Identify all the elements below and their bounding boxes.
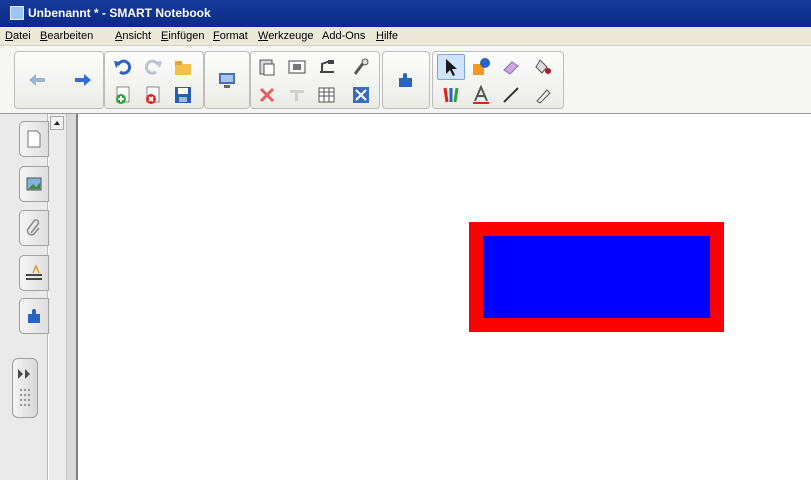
rectangle-shape[interactable] [469,222,724,332]
gallery-tab[interactable] [19,166,49,202]
menu-werkzeuge[interactable]: Werkzeuge [258,30,313,42]
menu-bearbeiten[interactable]: Bearbeiten [40,30,93,42]
select-pointer-icon[interactable] [437,54,465,80]
pens-icon[interactable] [437,82,465,108]
delete-icon[interactable] [253,82,281,108]
smart-notebook-app-icon [10,6,24,20]
creative-pen-icon[interactable] [529,82,557,108]
fill-icon[interactable] [529,54,557,80]
add-ons-tab[interactable] [19,298,49,334]
title-bar: Unbenannt * - SMART Notebook [0,0,811,27]
menu-ansicht[interactable]: Ansicht [115,30,151,42]
notebook-page-canvas[interactable] [78,114,811,480]
text-icon[interactable] [467,82,495,108]
page-sorter-icon [27,130,41,148]
undo-icon[interactable] [109,54,137,80]
properties-icon[interactable] [283,82,311,108]
line-icon[interactable] [497,82,525,108]
save-icon[interactable] [169,82,197,108]
grip-dots-icon [19,388,31,407]
gallery-icon [26,177,42,191]
add-ons-group [382,51,430,109]
screen-shade-icon[interactable] [213,67,241,93]
table-icon[interactable] [313,82,341,108]
edit-group [250,51,380,109]
paste-icon[interactable] [253,54,281,80]
side-panel-expander[interactable] [12,358,38,418]
double-arrow-right-icon [18,369,30,379]
tools-group [432,51,564,109]
menu-hilfe[interactable]: Hilfe [376,30,398,42]
menu-bar: Datei Bearbeiten Ansicht Einfügen Format… [0,27,811,46]
properties-tab[interactable] [19,255,49,291]
menu-add-ons[interactable]: Add-Ons [322,30,365,42]
delete-page-icon[interactable] [139,82,167,108]
forward-arrow-icon[interactable] [69,67,97,93]
menu-datei[interactable]: Datei [5,30,31,42]
menu-einfuegen[interactable]: Einfügen [161,30,204,42]
add-ons-icon[interactable] [392,67,420,93]
back-arrow-icon[interactable] [23,67,51,93]
magic-pen-icon[interactable] [347,54,375,80]
full-screen-icon[interactable] [347,82,375,108]
page-sorter-tab[interactable] [19,121,49,157]
attachments-icon [26,219,40,236]
screen-shade-group [204,51,250,109]
screen-capture-icon[interactable] [283,54,311,80]
navigation-group [14,51,104,109]
add-page-icon[interactable] [109,82,137,108]
redo-icon[interactable] [139,54,167,80]
open-folder-icon[interactable] [169,54,197,80]
menu-format[interactable]: Format [213,30,248,42]
attachments-tab[interactable] [19,210,49,246]
side-panel [0,114,49,480]
scroll-up-button[interactable] [50,116,64,130]
arrow-up-icon [54,121,60,125]
shapes-icon[interactable] [467,54,495,80]
file-group [104,51,204,109]
add-ons-icon [28,309,40,323]
vertical-scrollbar[interactable] [49,114,67,480]
eraser-icon[interactable] [497,54,525,80]
main-toolbar [0,46,811,114]
window-title: Unbenannt * - SMART Notebook [28,6,211,20]
properties-icon [26,264,42,280]
panel-divider[interactable] [67,114,78,480]
document-camera-icon[interactable] [313,54,341,80]
